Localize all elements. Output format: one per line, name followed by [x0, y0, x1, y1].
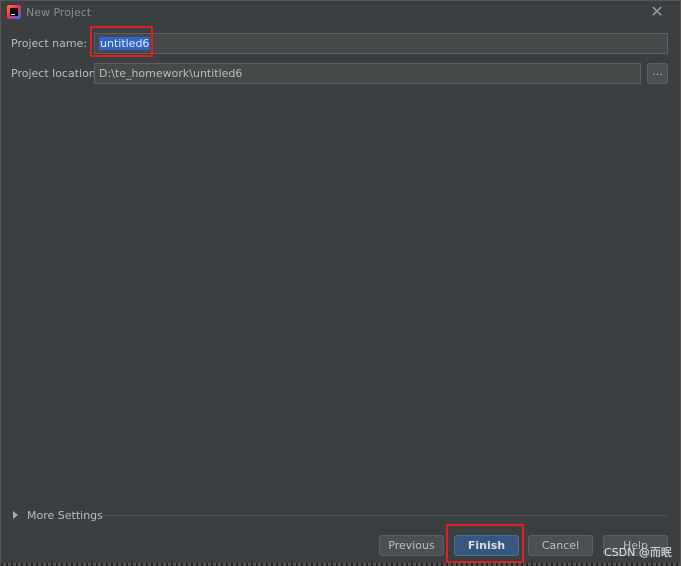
project-location-label: Project location: — [11, 67, 100, 80]
new-project-dialog: New Project ✕ Project name: untitled6 Pr… — [0, 0, 681, 566]
dialog-title: New Project — [26, 6, 92, 19]
expand-arrow-icon — [13, 511, 18, 519]
project-location-value: D:\te_homework\untitled6 — [99, 67, 243, 80]
csdn-watermark: CSDN @而眠 — [604, 546, 672, 559]
title-bar: New Project ✕ — [1, 1, 680, 25]
project-name-value: untitled6 — [99, 37, 151, 50]
browse-button[interactable]: ... — [647, 63, 668, 84]
finish-button[interactable]: Finish — [454, 535, 519, 556]
close-icon[interactable]: ✕ — [648, 2, 666, 22]
more-settings-toggle[interactable]: More Settings — [13, 507, 103, 523]
project-name-label: Project name: — [11, 37, 88, 50]
previous-button[interactable]: Previous — [379, 535, 444, 556]
cancel-button[interactable]: Cancel — [528, 535, 593, 556]
project-name-input[interactable]: untitled6 — [94, 33, 668, 54]
project-location-input[interactable]: D:\te_homework\untitled6 — [94, 63, 641, 84]
more-settings-divider — [102, 515, 668, 516]
intellij-idea-icon — [7, 5, 21, 19]
more-settings-label: More Settings — [27, 508, 103, 522]
